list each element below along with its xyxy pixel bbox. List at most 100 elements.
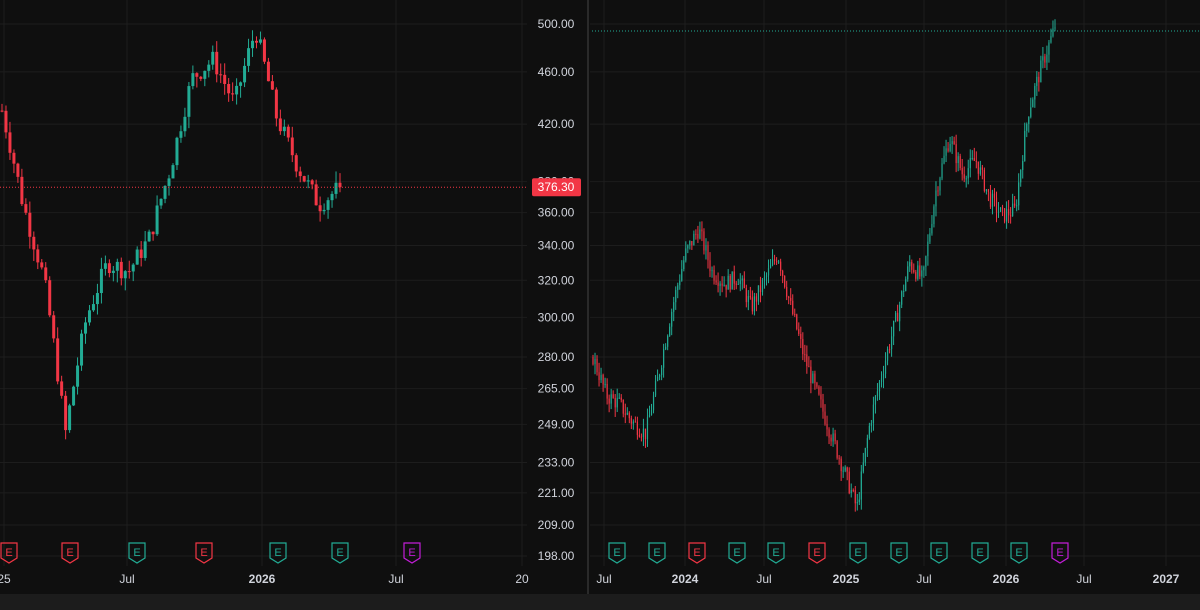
candle-body	[1052, 28, 1054, 37]
candle	[788, 295, 790, 305]
candle-body	[16, 163, 20, 177]
candle-body	[979, 167, 981, 174]
candle	[1040, 55, 1042, 83]
candle	[860, 464, 862, 510]
candle	[822, 393, 824, 419]
candle	[592, 354, 594, 366]
candle-body	[294, 155, 298, 172]
candle-body	[780, 261, 782, 271]
candle-body	[606, 383, 608, 399]
candle-body	[995, 197, 998, 212]
candle-body	[802, 338, 804, 355]
candle-body	[771, 259, 774, 266]
candle	[1048, 39, 1050, 63]
candle-body	[699, 229, 701, 239]
candle	[884, 352, 887, 379]
candle	[598, 362, 600, 387]
candle-body	[850, 490, 852, 494]
candle	[757, 285, 760, 305]
candle	[763, 271, 766, 289]
candle	[939, 176, 941, 196]
x-tick-label-right: 2025	[833, 572, 860, 586]
candle-body	[1005, 209, 1008, 222]
candle-body	[330, 193, 334, 201]
candle	[646, 408, 649, 447]
x-tick-label-left: Jul	[388, 572, 403, 586]
candle	[751, 290, 753, 315]
candle	[713, 265, 715, 285]
candle-body	[888, 349, 891, 351]
candle-body	[652, 395, 655, 411]
candle-body	[987, 189, 990, 192]
candle	[695, 229, 697, 240]
x-tick-label-right: 2024	[672, 572, 699, 586]
candle	[68, 403, 72, 433]
candle-body	[32, 236, 36, 250]
candle-body	[612, 394, 614, 398]
candle-body	[282, 126, 286, 132]
bottom-scroll-strip[interactable]	[0, 594, 1200, 610]
candle	[951, 136, 953, 154]
candle-body	[749, 296, 751, 298]
candle	[864, 447, 866, 466]
candle	[731, 271, 733, 290]
candle-body	[759, 285, 762, 293]
candle-body	[890, 336, 893, 350]
earnings-label: E	[408, 547, 415, 559]
candle-body	[735, 283, 737, 285]
candle	[824, 404, 826, 426]
candle	[733, 265, 735, 290]
candle-body	[286, 126, 290, 138]
earnings-label: E	[1056, 547, 1063, 559]
candle	[628, 411, 630, 424]
candle-body	[223, 74, 227, 84]
candle-body	[697, 233, 699, 239]
candle-body	[1007, 209, 1010, 216]
candle-body	[844, 467, 846, 471]
candle-body	[876, 391, 879, 397]
candle-body	[159, 198, 163, 206]
candle-body	[872, 404, 875, 424]
candle-body	[834, 433, 836, 442]
candle	[765, 272, 768, 286]
candle-body	[644, 428, 647, 440]
candle	[302, 175, 306, 183]
candle	[917, 260, 919, 281]
candle-body	[87, 310, 91, 323]
candle	[846, 466, 848, 481]
chart-canvas[interactable]: 500.00460.00420.00380.00360.00340.00320.…	[0, 0, 1200, 610]
y-tick-label: 209.00	[538, 518, 575, 532]
candle	[52, 311, 56, 343]
candle-body	[828, 429, 830, 438]
candle	[1022, 155, 1024, 179]
candle	[725, 284, 727, 298]
candle-body	[632, 421, 634, 424]
candle-body	[660, 367, 663, 376]
candle-body	[765, 275, 768, 278]
candle	[949, 136, 951, 153]
candle	[691, 241, 693, 250]
candle-body	[1024, 130, 1026, 162]
candle-body	[600, 375, 602, 381]
candle-body	[858, 499, 860, 503]
candle-body	[727, 275, 729, 290]
candle-body	[163, 185, 167, 199]
candle-body	[868, 425, 870, 439]
candle	[919, 257, 921, 280]
candle	[866, 434, 868, 457]
candle	[1010, 207, 1012, 224]
candle	[828, 427, 830, 445]
candle	[673, 296, 675, 322]
candle	[667, 334, 669, 351]
candle-body	[961, 168, 963, 175]
candle-body	[219, 74, 223, 76]
candle	[876, 383, 879, 401]
candle-body	[969, 158, 971, 169]
candle	[1005, 201, 1008, 229]
candle-body	[981, 167, 983, 170]
candle	[660, 365, 663, 381]
candle	[852, 488, 854, 493]
candle-body	[717, 282, 719, 286]
candle	[626, 407, 628, 416]
candle	[1030, 97, 1032, 119]
